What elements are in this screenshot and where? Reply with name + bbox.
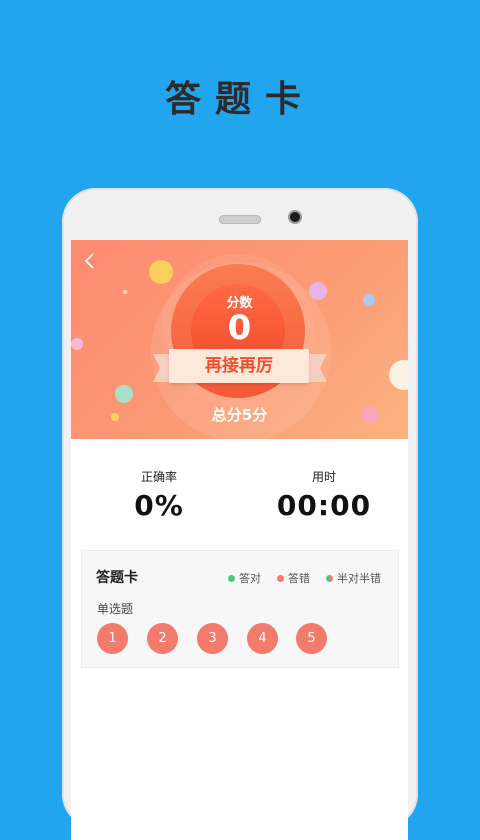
legend-wrong: 答错: [277, 570, 310, 586]
wrong-dot-icon: [277, 574, 284, 582]
time-value: 00:00: [276, 489, 372, 522]
time-label: 用时: [311, 470, 336, 484]
total-score: 总分5分: [211, 406, 268, 424]
app-screen: 分数 0 再接再厉 总分5分 正确率 0% 用时 00:00 答题卡 答对 答错: [71, 240, 408, 840]
correct-dot-icon: [228, 574, 235, 582]
section-label-single-choice: 单选题: [97, 602, 134, 616]
answer-card-title: 答题卡: [96, 570, 138, 586]
score-header: 分数 0 再接再厉 总分5分: [71, 240, 408, 439]
accuracy-stat: 正确率 0%: [99, 468, 219, 522]
phone-frame: 分数 0 再接再厉 总分5分 正确率 0% 用时 00:00 答题卡 答对 答错: [62, 188, 418, 840]
time-stat: 用时 00:00: [264, 468, 384, 522]
decor-bubble: [389, 360, 408, 390]
legend-wrong-label: 答错: [288, 572, 310, 585]
answer-card: 答题卡 答对 答错 半对半错 单选题 1 2 3 4 5: [81, 550, 399, 668]
promo-title: 答题卡: [164, 78, 315, 120]
decor-bubble: [149, 260, 173, 284]
accuracy-label: 正确率: [140, 470, 177, 484]
question-button-5[interactable]: 5: [296, 623, 327, 654]
legend-correct-label: 答对: [239, 572, 261, 585]
accuracy-value: 0%: [134, 489, 184, 522]
encouragement-ribbon: 再接再厉: [169, 349, 309, 383]
decor-bubble: [115, 385, 133, 403]
score-value: 0: [227, 308, 252, 348]
legend-half: 半对半错: [326, 570, 381, 586]
phone-speaker: [219, 215, 261, 224]
phone-camera: [288, 210, 302, 224]
chevron-left-icon: [84, 253, 94, 269]
legend-correct: 答对: [228, 570, 261, 586]
half-dot-icon: [326, 574, 333, 582]
question-button-1[interactable]: 1: [97, 623, 128, 654]
question-button-3[interactable]: 3: [197, 623, 228, 654]
legend-half-label: 半对半错: [337, 572, 381, 585]
question-button-2[interactable]: 2: [147, 623, 178, 654]
question-button-4[interactable]: 4: [247, 623, 278, 654]
back-button[interactable]: [83, 252, 103, 272]
